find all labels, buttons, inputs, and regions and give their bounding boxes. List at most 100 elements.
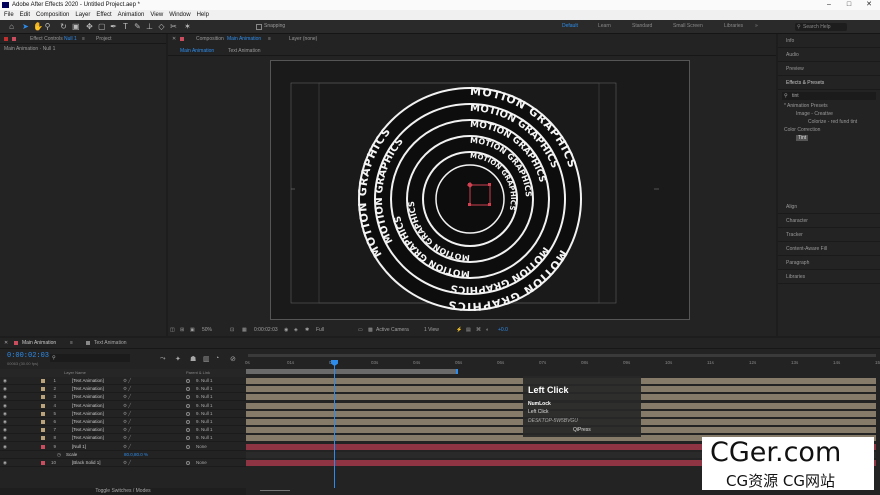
timeline-tab-text-animation[interactable]: Text Animation: [94, 338, 127, 349]
parent-dropdown[interactable]: 9. Null 1: [196, 418, 213, 426]
panel-menu-icon[interactable]: ≡: [70, 338, 73, 349]
visibility-eye-icon[interactable]: ◉: [3, 443, 7, 451]
work-area-bar[interactable]: [246, 369, 458, 374]
reset-exposure-icon[interactable]: ◐: [486, 324, 489, 336]
tree-tint-effect[interactable]: Tint: [778, 134, 880, 142]
toggle-switches-modes[interactable]: Toggle Switches / Modes: [0, 488, 246, 495]
tree-animation-presets[interactable]: * Animation Presets: [778, 102, 880, 110]
layer-row[interactable]: ◉ 8 [Text Animation] ⚙ ╱ 9. Null 1: [0, 434, 246, 443]
pick-whip-icon[interactable]: [186, 444, 190, 449]
layer-name[interactable]: [Null 1]: [72, 443, 86, 451]
layer-name[interactable]: [Text Animation]: [72, 434, 104, 442]
brush-tool-icon[interactable]: ✎: [134, 23, 141, 31]
layer-row[interactable]: ◉ 5 [Text Animation] ⚙ ╱ 9. Null 1: [0, 409, 246, 418]
home-icon[interactable]: ⌂: [8, 23, 15, 31]
label-color-swatch[interactable]: [41, 411, 45, 416]
layer-switches-icon[interactable]: ⚙ ╱: [123, 402, 131, 410]
property-row[interactable]: ◷ Scale 80.0,80.0 %: [0, 450, 246, 459]
layer-switches-icon[interactable]: ⚙ ╱: [123, 377, 131, 385]
label-color-swatch[interactable]: [41, 436, 45, 441]
3d-ground-icon[interactable]: ⊞: [180, 324, 184, 336]
fast-preview-icon[interactable]: ⚡: [456, 324, 462, 336]
panel-align[interactable]: Align: [778, 200, 880, 214]
tab-effect-controls-target[interactable]: Null 1: [64, 34, 77, 44]
parent-dropdown[interactable]: 9. Null 1: [196, 410, 213, 418]
menu-composition[interactable]: Composition: [36, 10, 69, 20]
views-dropdown[interactable]: 1 View: [424, 324, 439, 336]
panel-effects-presets[interactable]: Effects & Presets: [778, 76, 880, 90]
motion-blur-icon[interactable]: ◔: [215, 355, 219, 362]
pen-tool-icon[interactable]: ✒: [110, 23, 117, 31]
pick-whip-icon[interactable]: [186, 461, 190, 465]
effects-search-input[interactable]: ⚲ tint: [782, 92, 876, 100]
minimize-icon[interactable]: –: [822, 0, 836, 10]
layer-row[interactable]: ◉ 1 [Text Animation] ⚙ ╱ 9. Null 1: [0, 377, 246, 385]
graph-editor-icon[interactable]: ⊘: [230, 355, 236, 363]
parent-dropdown[interactable]: None: [196, 443, 207, 451]
workspace-standard[interactable]: Standard: [632, 23, 652, 29]
label-color-swatch[interactable]: [41, 428, 45, 433]
color-channels-icon[interactable]: ✱: [305, 324, 309, 336]
camera-dropdown[interactable]: Active Camera: [376, 324, 409, 336]
tab-composition-name[interactable]: Main Animation: [227, 34, 261, 44]
tab-effect-controls[interactable]: Effect Controls: [30, 34, 63, 44]
stopwatch-icon[interactable]: ◷: [57, 451, 61, 459]
layer-name[interactable]: [Text Animation]: [72, 402, 104, 410]
layer-row[interactable]: ◉ 2 [Text Animation] ⚙ ╱ 9. Null 1: [0, 385, 246, 394]
time-ruler[interactable]: 0s01s02s03s04s05s06s07s08s09s10s11s12s13…: [245, 352, 880, 376]
roto-tool-icon[interactable]: ✂: [170, 23, 177, 31]
visibility-eye-icon[interactable]: ◉: [3, 426, 7, 434]
tree-colorize-preset[interactable]: Colorize - red fund tint: [778, 118, 880, 126]
label-color-swatch[interactable]: [41, 444, 45, 449]
layer-switches-icon[interactable]: ⚙ ╱: [123, 393, 131, 401]
zoom-dropdown[interactable]: 50%: [202, 324, 212, 336]
visibility-eye-icon[interactable]: ◉: [3, 418, 7, 426]
visibility-eye-icon[interactable]: ◉: [3, 393, 7, 401]
tab-layer[interactable]: Layer (none): [289, 34, 317, 44]
visibility-eye-icon[interactable]: ◉: [3, 434, 7, 442]
region-of-interest-icon[interactable]: ▭: [358, 324, 363, 336]
pick-whip-icon[interactable]: [186, 411, 190, 416]
workspace-default[interactable]: Default: [562, 23, 578, 29]
zoom-slider[interactable]: [260, 490, 290, 491]
timeline-search-input[interactable]: ⚲: [50, 354, 130, 362]
parent-dropdown[interactable]: 9. Null 1: [196, 434, 213, 442]
hand-tool-icon[interactable]: ✋: [33, 23, 43, 31]
panel-close-icon[interactable]: ✕: [172, 34, 176, 44]
flowchart-icon[interactable]: ⌘: [476, 324, 481, 336]
composition-viewer[interactable]: MOTION GRAPHICS MOTION GRAPHICS MOTION G…: [168, 56, 776, 324]
puppet-tool-icon[interactable]: ✶: [184, 23, 191, 31]
transparency-icon[interactable]: ▦: [242, 324, 247, 336]
time-navigator[interactable]: [248, 354, 876, 357]
show-snapshot-icon[interactable]: ◈: [294, 324, 298, 336]
menu-effect[interactable]: Effect: [96, 10, 111, 20]
parent-dropdown[interactable]: 9. Null 1: [196, 402, 213, 410]
shape-tool-icon[interactable]: ▢: [98, 23, 106, 31]
menu-file[interactable]: File: [4, 10, 14, 20]
rotate-tool-icon[interactable]: ↻: [60, 23, 67, 31]
label-color-swatch[interactable]: [41, 379, 45, 383]
label-color-swatch[interactable]: [41, 420, 45, 424]
layer-name[interactable]: [Text Animation]: [72, 393, 104, 401]
tree-image-creative[interactable]: Image - Creative: [778, 110, 880, 118]
layer-switches-icon[interactable]: ⚙ ╱: [123, 443, 131, 451]
layer-switches-icon[interactable]: ⚙ ╱: [123, 426, 131, 434]
pick-whip-icon[interactable]: [186, 387, 190, 392]
viewer-timecode[interactable]: 0:00:02:03: [254, 324, 278, 336]
menu-edit[interactable]: Edit: [20, 10, 30, 20]
layer-row[interactable]: ◉ 7 [Text Animation] ⚙ ╱ 9. Null 1: [0, 426, 246, 435]
property-value[interactable]: 80.0,80.0 %: [124, 451, 148, 459]
timeline-icon[interactable]: ▤: [466, 324, 471, 336]
parent-dropdown[interactable]: 9. Null 1: [196, 426, 213, 434]
layer-row[interactable]: ◉ 3 [Text Animation] ⚙ ╱ 9. Null 1: [0, 393, 246, 402]
layer-name[interactable]: [Text Animation]: [72, 418, 104, 426]
panel-content-aware-fill[interactable]: Content-Aware Fill: [778, 242, 880, 256]
layer-switches-icon[interactable]: ⚙ ╱: [123, 385, 131, 393]
transparency-grid-icon[interactable]: ▩: [368, 324, 373, 336]
shy-layers-icon[interactable]: ☗: [190, 355, 196, 363]
resolution-dropdown[interactable]: Full: [316, 324, 324, 336]
grid-toggle-icon[interactable]: ⊡: [230, 324, 234, 336]
visibility-eye-icon[interactable]: ◉: [3, 385, 7, 393]
search-help-input[interactable]: ⚲ Search Help: [795, 23, 847, 31]
panel-paragraph[interactable]: Paragraph: [778, 256, 880, 270]
